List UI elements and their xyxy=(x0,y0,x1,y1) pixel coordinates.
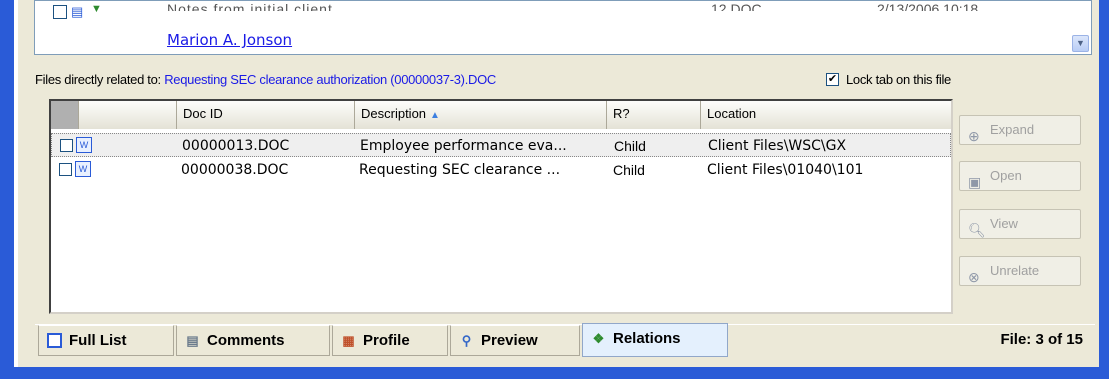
relations-icon: ❖ xyxy=(592,331,605,346)
cell-location: Client Files\WSC\GX xyxy=(708,138,847,154)
tab-relations[interactable]: ❖ Relations xyxy=(582,323,728,357)
cell-relation: Child xyxy=(613,162,645,178)
word-document-icon: W xyxy=(75,161,91,177)
unrelate-button[interactable]: ⊗ Unrelate xyxy=(959,256,1081,286)
word-document-icon: W xyxy=(76,137,92,153)
related-file-link[interactable]: Requesting SEC clearance authorization (… xyxy=(164,72,496,87)
header-icon[interactable] xyxy=(79,101,177,129)
row-author-link[interactable]: Marion A. Jonson xyxy=(167,31,292,49)
row-doc-id: 12.DOC xyxy=(711,1,762,11)
header-doc-id-label: Doc ID xyxy=(183,106,223,121)
tab-comments[interactable]: ▤ Comments xyxy=(176,325,330,356)
tab-full-list[interactable]: Full List xyxy=(38,325,174,356)
view-button[interactable]: 🔍︎ View xyxy=(959,209,1081,239)
cell-location: Client Files\01040\101 xyxy=(707,162,864,178)
header-location-label: Location xyxy=(707,106,757,121)
open-label: Open xyxy=(990,168,1022,183)
header-description[interactable]: Description ▲ xyxy=(355,101,607,129)
tab-preview[interactable]: ⚲ Preview xyxy=(450,325,580,356)
relations-panel: Files directly related to: Requesting SE… xyxy=(30,62,1098,362)
row-description: Notes from initial client xyxy=(167,1,333,11)
unrelate-label: Unrelate xyxy=(990,263,1040,278)
view-tabs: Full List ▤ Comments ▦ Profile ⚲ Preview ❖ R… xyxy=(35,323,1095,357)
window-border-right xyxy=(1099,0,1109,379)
tab-label: Relations xyxy=(613,330,681,347)
table-row[interactable]: W 00000013.DOC Employee performance eva.… xyxy=(51,133,951,157)
magnifier-icon: 🔍︎ xyxy=(968,222,986,238)
cell-doc-id: 00000013.DOC xyxy=(182,138,290,154)
header-relation[interactable]: R? xyxy=(607,101,701,129)
cell-doc-id: 00000038.DOC xyxy=(181,162,289,178)
open-button[interactable]: ▣ Open xyxy=(959,161,1081,191)
document-list[interactable]: ▤ ▼ Notes from initial client 12.DOC 2/1… xyxy=(34,0,1092,55)
window-border-left-inner xyxy=(14,0,18,379)
row-checkbox[interactable] xyxy=(60,139,73,152)
expand-button[interactable]: ⊕ Expand xyxy=(959,115,1081,145)
tab-profile[interactable]: ▦ Profile xyxy=(332,325,448,356)
cell-description: Requesting SEC clearance ... xyxy=(359,162,561,178)
cell-relation: Child xyxy=(614,138,646,154)
row-checkbox[interactable] xyxy=(53,5,67,19)
tab-label: Comments xyxy=(207,332,285,349)
expand-icon: ⊕ xyxy=(968,128,980,144)
header-doc-id[interactable]: Doc ID xyxy=(177,101,355,129)
view-label: View xyxy=(990,216,1018,231)
table-row[interactable]: W 00000038.DOC Requesting SEC clearance … xyxy=(51,158,951,182)
cell-description: Employee performance eva... xyxy=(360,138,567,154)
row-checkbox[interactable] xyxy=(59,163,72,176)
lock-tab-label: Lock tab on this file xyxy=(846,72,951,87)
header-relation-label: R? xyxy=(613,106,630,121)
profile-icon: ▦ xyxy=(342,333,355,348)
unrelate-icon: ⊗ xyxy=(968,269,980,285)
expand-label: Expand xyxy=(990,122,1035,137)
tab-label: Profile xyxy=(363,332,410,349)
document-icon: ▤ xyxy=(71,4,84,19)
file-position-indicator: File: 3 of 15 xyxy=(1000,331,1083,348)
arrow-down-icon: ▼ xyxy=(91,3,102,15)
application-frame: ▤ ▼ Notes from initial client 12.DOC 2/1… xyxy=(0,0,1109,379)
magnifier-icon: ⚲ xyxy=(461,333,472,348)
folder-open-icon: ▣ xyxy=(968,174,982,190)
comments-icon: ▤ xyxy=(186,333,199,348)
window-border-bottom xyxy=(0,367,1109,379)
header-select[interactable] xyxy=(51,101,79,129)
sort-ascending-icon: ▲ xyxy=(430,110,440,121)
grid-header: Doc ID Description ▲ R? Location xyxy=(51,101,951,129)
lock-tab-checkbox[interactable]: ✔ xyxy=(826,73,839,86)
relations-grid: Doc ID Description ▲ R? Location W 000000… xyxy=(49,99,953,314)
header-location[interactable]: Location xyxy=(701,101,951,129)
tab-label: Preview xyxy=(481,332,538,349)
header-description-label: Description xyxy=(361,106,427,121)
scroll-down-button[interactable]: ▼ xyxy=(1072,35,1089,52)
related-files-label: Files directly related to: Requesting SE… xyxy=(35,72,496,87)
window-icon xyxy=(47,333,62,348)
row-date: 2/13/2006 10:18 xyxy=(877,1,979,11)
window-border-left xyxy=(0,0,14,379)
related-prefix: Files directly related to: xyxy=(35,72,165,87)
tab-label: Full List xyxy=(69,332,127,349)
